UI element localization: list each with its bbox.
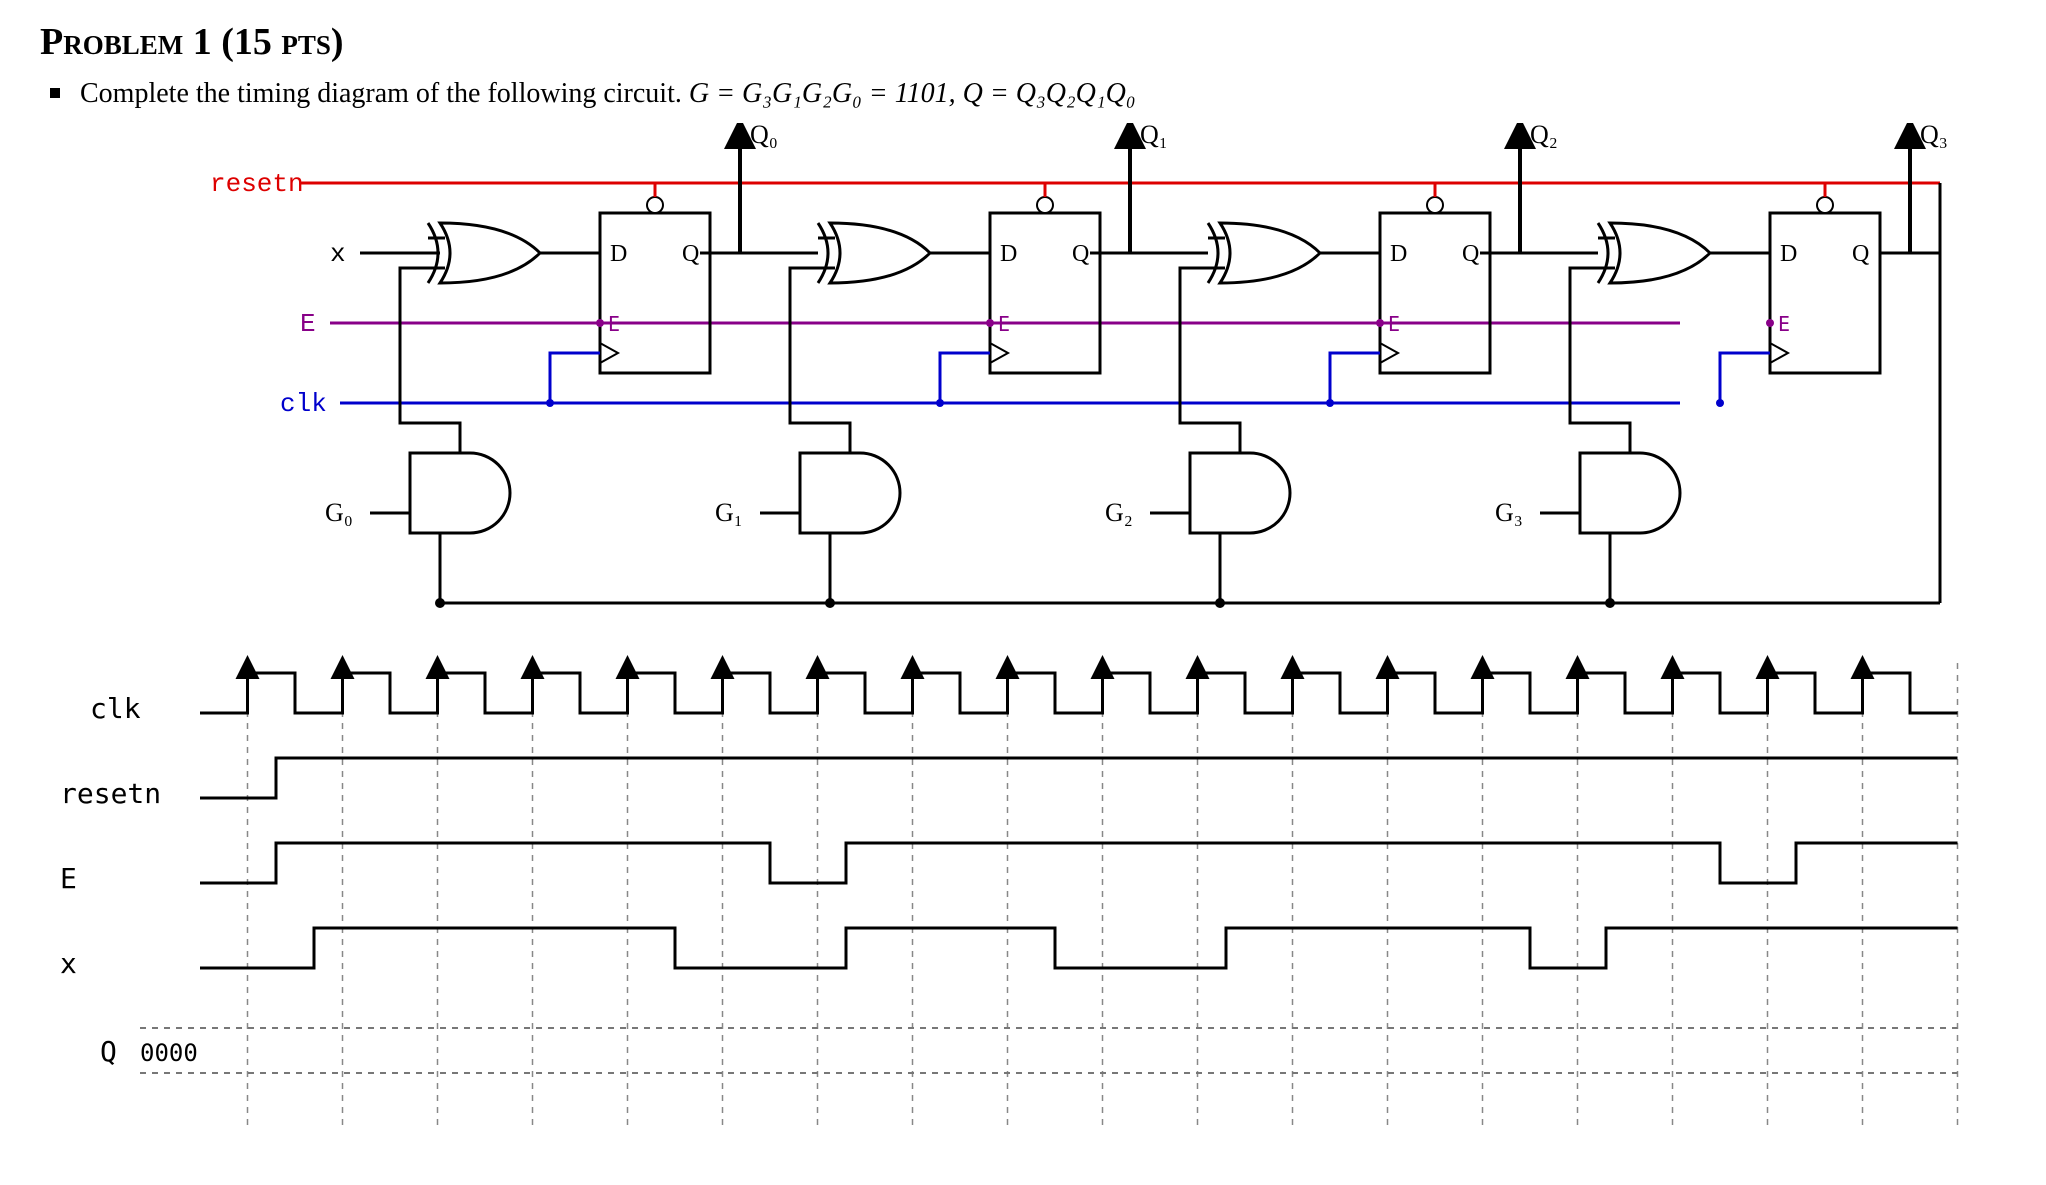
svg-text:G₀: G₀ [325,498,353,527]
svg-text:Q: Q [1462,241,1479,267]
svg-text:D: D [1780,241,1797,267]
svg-text:clk: clk [90,692,141,725]
svg-text:G₃: G₃ [1495,498,1523,527]
svg-text:resetn: resetn [60,777,161,810]
svg-text:Q: Q [1852,241,1869,267]
svg-text:Q: Q [100,1035,117,1068]
statement-equation: G = G₃G₁G₂G₀ = 1101, Q = Q₃Q₂Q₁Q₀ [689,78,1136,109]
statement-intro: Complete the timing diagram of the follo… [80,78,689,109]
x-label: x [330,239,346,269]
svg-text:Q: Q [1072,241,1089,267]
problem-statement-line: Complete the timing diagram of the follo… [40,74,2006,113]
svg-text:Q₁: Q₁ [1140,123,1168,149]
svg-text:E: E [1778,312,1790,336]
svg-text:Q₂: Q₂ [1530,123,1558,149]
svg-text:D: D [1000,241,1017,267]
svg-text:G₁: G₁ [715,498,743,527]
svg-text:Q: Q [682,241,699,267]
svg-text:E: E [998,312,1010,336]
bullet-icon [50,88,60,98]
svg-text:x: x [60,947,77,980]
svg-text:E: E [608,312,620,336]
circuit-diagram: resetn x E clk D Q E Q₀ G₀ D Q E Q₁ G₁ D Q E Q₂ G₂ D Q E Q… [40,123,2000,643]
svg-text:D: D [610,241,627,267]
problem-page: Problem 1 (15 pts) Complete the timing d… [0,0,2046,1185]
svg-text:Q₀: Q₀ [750,123,778,149]
resetn-label: resetn [210,169,304,199]
clk-label: clk [280,389,327,419]
svg-text:Q₃: Q₃ [1920,123,1948,149]
svg-text:E: E [60,862,77,895]
problem-statement: Complete the timing diagram of the follo… [80,74,1136,113]
E-label: E [300,309,316,339]
svg-text:0000: 0000 [140,1039,198,1067]
problem-title: Problem 1 (15 pts) [40,20,2006,64]
timing-diagram: clk resetn Ex Q 0000 [40,643,2000,1163]
svg-text:E: E [1388,312,1400,336]
svg-text:D: D [1390,241,1407,267]
svg-text:G₂: G₂ [1105,498,1133,527]
